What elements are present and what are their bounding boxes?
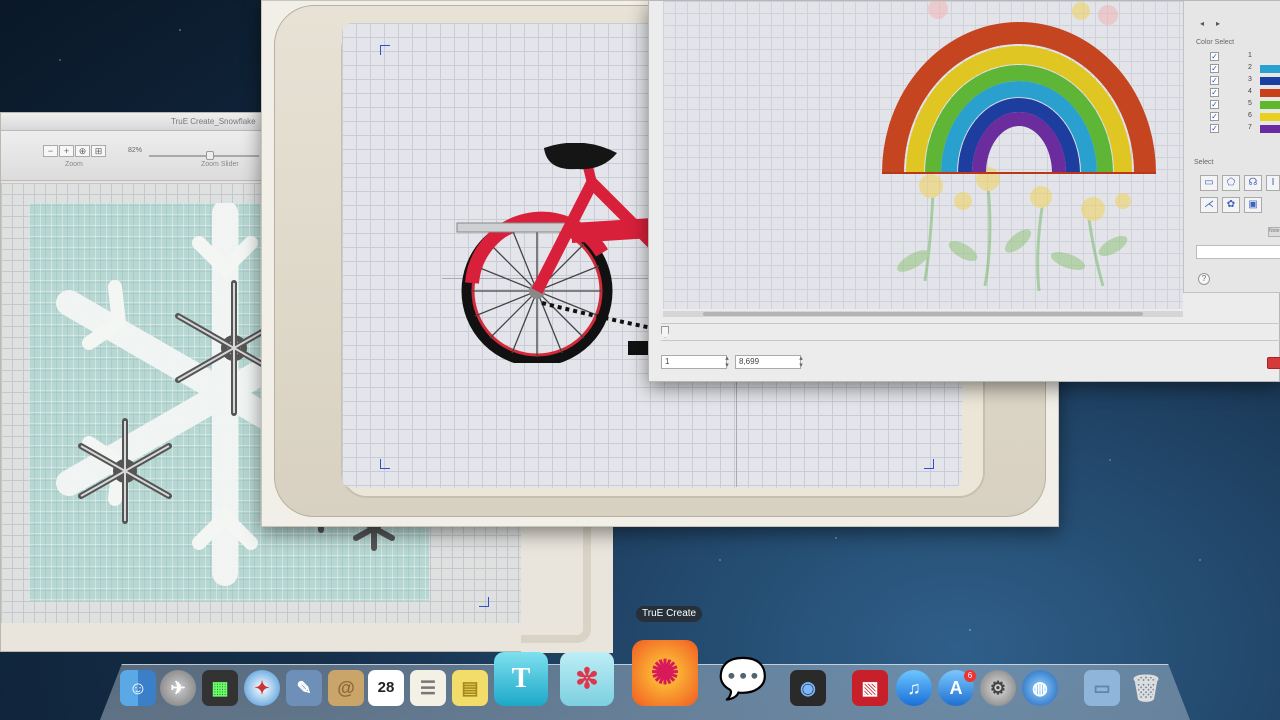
true-text-letter: T xyxy=(511,663,531,694)
messages-icon[interactable]: 💬 xyxy=(716,652,770,706)
dock-tooltip: TruE Create xyxy=(636,606,703,622)
color-checkbox[interactable]: ✓ xyxy=(1210,76,1219,85)
horizontal-scrollbar[interactable] xyxy=(663,311,1183,317)
hoop-corner-top-left xyxy=(380,45,390,55)
color-checkbox[interactable]: ✓ xyxy=(1210,52,1219,61)
network-icon[interactable]: ◍ xyxy=(1022,670,1058,706)
color-row[interactable]: ✓ 7 xyxy=(1194,123,1280,135)
color-checkbox[interactable]: ✓ xyxy=(1210,124,1219,133)
stitch-start-stepper[interactable]: ▴ ▾ xyxy=(723,355,731,369)
help-button[interactable]: ? xyxy=(1198,273,1210,285)
notes-field[interactable] xyxy=(1196,245,1280,259)
select-label: Select xyxy=(1194,159,1214,166)
color-number: 3 xyxy=(1248,76,1252,83)
zoom-in-button[interactable]: + xyxy=(59,145,74,157)
zoom-fit-button[interactable]: ⊕ xyxy=(75,145,90,157)
zoom-out-button[interactable]: − xyxy=(43,145,58,157)
safari-icon[interactable]: ✦ xyxy=(244,670,280,706)
contacts-icon[interactable]: @ xyxy=(328,670,364,706)
color-swatch xyxy=(1260,53,1280,61)
zoom-label: Zoom xyxy=(65,161,83,168)
photo-booth-icon[interactable]: ▦ xyxy=(202,670,238,706)
color-side-panel: ◂ ▸ Color Select ✓ 1 ✓ 2 ✓ 3 ✓ 4 ✓ 5 ✓ 6 ✓ 7 Select ▭… xyxy=(1183,1,1280,293)
system-preferences-icon[interactable]: ⚙ xyxy=(980,670,1016,706)
freehand-select-icon[interactable]: ☊ xyxy=(1244,175,1262,191)
color-list: ✓ 1 ✓ 2 ✓ 3 ✓ 4 ✓ 5 ✓ 6 ✓ 7 xyxy=(1194,51,1280,135)
true-create-icon[interactable]: ✺ xyxy=(632,640,698,706)
color-row[interactable]: ✓ 3 xyxy=(1194,75,1280,87)
finder-icon[interactable]: ☺ xyxy=(120,670,156,706)
color-checkbox[interactable]: ✓ xyxy=(1210,64,1219,73)
rainbow-canvas[interactable] xyxy=(663,0,1183,309)
next-arrow-icon[interactable]: ▸ xyxy=(1216,19,1220,28)
stitch-timeline[interactable] xyxy=(661,323,1280,341)
color-swatch xyxy=(1260,77,1280,85)
color-select-icon[interactable]: ✿ xyxy=(1222,197,1240,213)
rainbow-design xyxy=(882,0,1156,292)
previous-arrow-icon[interactable]: ◂ xyxy=(1200,19,1204,28)
rectangle-select-icon[interactable]: ▭ xyxy=(1200,175,1218,191)
color-swatch xyxy=(1260,89,1280,97)
stop-button[interactable] xyxy=(1267,357,1280,369)
snowflake-window-title: TruE Create_Snowflake xyxy=(171,117,256,126)
color-number: 7 xyxy=(1248,124,1252,131)
calendar-day: 28 xyxy=(377,679,395,696)
zoom-value: 82% xyxy=(128,147,143,154)
hoop-corner-bottom-left xyxy=(380,459,390,469)
color-row[interactable]: ✓ 2 xyxy=(1194,63,1280,75)
timeline-marker[interactable] xyxy=(661,326,669,338)
color-swatch xyxy=(1260,113,1280,121)
polygon-select-icon[interactable]: ⬠ xyxy=(1222,175,1240,191)
itunes-icon[interactable]: ♫ xyxy=(896,670,932,706)
true-snowflake-icon[interactable]: ✼ xyxy=(560,652,614,706)
folder-icon[interactable]: ▭ xyxy=(1084,670,1120,706)
color-row[interactable]: ✓ 1 xyxy=(1194,51,1280,63)
app-store-badge: 6 xyxy=(964,670,976,682)
color-swatch xyxy=(1260,101,1280,109)
notes-tab[interactable]: Note xyxy=(1268,227,1280,237)
color-row[interactable]: ✓ 6 xyxy=(1194,111,1280,123)
facetime-icon[interactable]: ◉ xyxy=(790,670,826,706)
color-select-label: Color Select xyxy=(1196,39,1235,46)
snowflake-hoop-corner xyxy=(479,597,489,607)
stitch-end-field[interactable]: 8,699 xyxy=(735,355,801,369)
zoom-slider-knob[interactable] xyxy=(206,151,214,160)
stickies-icon[interactable]: ▤ xyxy=(452,670,488,706)
stitch-start-field[interactable]: 1 xyxy=(661,355,727,369)
zoom-slider-label: Zoom Slider xyxy=(201,161,239,168)
true-text-icon[interactable]: T xyxy=(494,652,548,706)
scrollbar-thumb[interactable] xyxy=(703,312,1143,316)
color-checkbox[interactable]: ✓ xyxy=(1210,112,1219,121)
color-swatch xyxy=(1260,65,1280,73)
object-select-icon[interactable]: ▣ xyxy=(1244,197,1262,213)
color-number: 2 xyxy=(1248,64,1252,71)
color-number: 4 xyxy=(1248,88,1252,95)
color-number: 1 xyxy=(1248,52,1252,59)
preview-icon[interactable]: ✎ xyxy=(286,670,322,706)
color-checkbox[interactable]: ✓ xyxy=(1210,100,1219,109)
calendar-icon[interactable]: 28 xyxy=(368,670,404,706)
color-checkbox[interactable]: ✓ xyxy=(1210,88,1219,97)
color-swatch xyxy=(1260,125,1280,133)
color-number: 5 xyxy=(1248,100,1252,107)
trash-icon[interactable]: 🗑 xyxy=(1128,670,1164,706)
color-number: 6 xyxy=(1248,112,1252,119)
stitch-end-stepper[interactable]: ▴ ▾ xyxy=(797,355,805,369)
photo-app-icon[interactable]: ▧ xyxy=(852,670,888,706)
zoom-slider-track[interactable] xyxy=(149,155,259,157)
hoop-corner-bottom-right xyxy=(924,459,934,469)
color-row[interactable]: ✓ 4 xyxy=(1194,87,1280,99)
color-row[interactable]: ✓ 5 xyxy=(1194,99,1280,111)
rainbow-window[interactable]: 1 ▴ ▾ 8,699 ▴ ▾ ◂ ▸ Color Select ✓ 1 ✓ 2 ✓ 3 ✓ 4 ✓… xyxy=(648,0,1280,382)
launchpad-icon[interactable]: ✈ xyxy=(160,670,196,706)
stitch-select-icon[interactable]: ⋌ xyxy=(1200,197,1218,213)
zoom-actual-button[interactable]: ⊞ xyxy=(91,145,106,157)
bicycle-design xyxy=(456,143,652,363)
text-select-icon[interactable]: I xyxy=(1266,175,1280,191)
notes-icon[interactable]: ☰ xyxy=(410,670,446,706)
